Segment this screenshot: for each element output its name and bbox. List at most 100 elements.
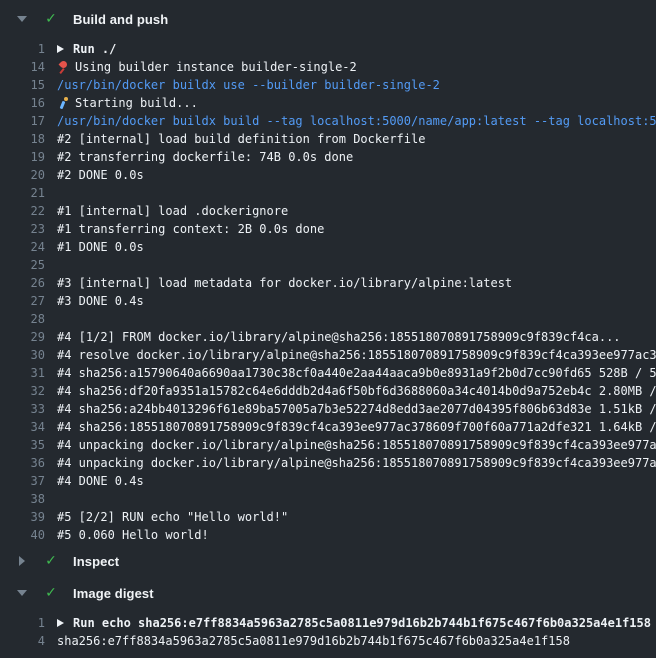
log-line: 22 #1 [internal] load .dockerignore <box>0 202 656 220</box>
line-number[interactable]: 34 <box>0 418 45 436</box>
log-line: 28 <box>0 310 656 328</box>
line-number[interactable]: 23 <box>0 220 45 238</box>
log-text: #4 sha256:df20fa9351a15782c64e6dddb2d4a6… <box>57 382 656 400</box>
log-text: #4 sha256:a15790640a6690aa1730c38cf0a440… <box>57 364 656 382</box>
check-icon: ✓ <box>45 586 57 600</box>
log-line: 14 Using builder instance builder-single-… <box>0 58 656 76</box>
line-number[interactable]: 31 <box>0 364 45 382</box>
line-number[interactable]: 19 <box>0 148 45 166</box>
line-number[interactable]: 18 <box>0 130 45 148</box>
line-number[interactable]: 37 <box>0 472 45 490</box>
check-icon: ✓ <box>45 554 57 568</box>
log-text: Run echo sha256:e7ff8834a5963a2785c5a081… <box>57 614 651 632</box>
log-text: #1 DONE 0.0s <box>57 238 144 256</box>
line-number[interactable]: 38 <box>0 490 45 508</box>
log-text: Using builder instance builder-single-2 <box>57 58 357 76</box>
section-title: Build and push <box>73 12 168 27</box>
chevron-right-icon <box>19 556 25 566</box>
log-lines-build-and-push: 1 Run ./ 14 Using builder instance builder-… <box>0 40 656 544</box>
line-number[interactable]: 32 <box>0 382 45 400</box>
line-number[interactable]: 16 <box>0 94 45 112</box>
section-title: Image digest <box>73 586 154 601</box>
section-header-build-and-push[interactable]: ✓ Build and push <box>0 8 656 30</box>
log-text: #4 [1/2] FROM docker.io/library/alpine@s… <box>57 328 621 346</box>
line-number[interactable]: 27 <box>0 292 45 310</box>
log-line: 32 #4 sha256:df20fa9351a15782c64e6dddb2d4… <box>0 382 656 400</box>
line-number[interactable]: 4 <box>0 632 45 650</box>
section-header-image-digest[interactable]: ✓ Image digest <box>0 582 656 604</box>
log-line: 24 #1 DONE 0.0s <box>0 238 656 256</box>
line-number[interactable]: 26 <box>0 274 45 292</box>
log-line: 39#5 [2/2] RUN echo "Hello world!" <box>0 508 656 526</box>
log-text: #4 sha256:185518070891758909c9f839cf4ca3… <box>57 418 656 436</box>
line-number[interactable]: 29 <box>0 328 45 346</box>
log-line: 34 #4 sha256:185518070891758909c9f839cf4c… <box>0 418 656 436</box>
section-title: Inspect <box>73 554 119 569</box>
log-line: 1 Run ./ <box>0 40 656 58</box>
log-text: #4 DONE 0.4s <box>57 472 144 490</box>
section-build-and-push: ✓ Build and push 1 Run ./ 14 Using builder … <box>0 8 656 544</box>
section-header-inspect[interactable]: ✓ Inspect <box>0 550 656 572</box>
line-number[interactable]: 33 <box>0 400 45 418</box>
log-text: #1 [internal] load .dockerignore <box>57 202 288 220</box>
line-number[interactable]: 35 <box>0 436 45 454</box>
log-text: #5 0.060 Hello world! <box>57 526 209 544</box>
log-line: 25 <box>0 256 656 274</box>
log-line: 40 #5 0.060 Hello world! <box>0 526 656 544</box>
run-arrow-icon[interactable] <box>57 45 64 53</box>
chevron-down-icon <box>17 590 27 596</box>
log-line: 16 Starting build... <box>0 94 656 112</box>
line-number[interactable]: 20 <box>0 166 45 184</box>
section-inspect: ✓ Inspect <box>0 550 656 572</box>
line-number[interactable]: 1 <box>0 614 45 632</box>
log-line: 37 #4 DONE 0.4s <box>0 472 656 490</box>
log-line: 18 #2 [internal] load build definition fr… <box>0 130 656 148</box>
log-line: 19#2 transferring dockerfile: 74B 0.0s d… <box>0 148 656 166</box>
log-text: sha256:e7ff8834a5963a2785c5a0811e979d16b… <box>57 632 570 650</box>
line-number[interactable]: 15 <box>0 76 45 94</box>
runner-icon <box>57 97 70 110</box>
log-text: #4 unpacking docker.io/library/alpine@sh… <box>57 436 656 454</box>
log-line: 23 #1 transferring context: 2B 0.0s done <box>0 220 656 238</box>
line-number[interactable]: 17 <box>0 112 45 130</box>
log-line: 4 sha256:e7ff8834a5963a2785c5a0811e979d16… <box>0 632 656 650</box>
line-number[interactable]: 39 <box>0 508 45 526</box>
run-arrow-icon[interactable] <box>57 619 64 627</box>
line-number[interactable]: 1 <box>0 40 45 58</box>
section-image-digest: ✓ Image digest 1 Run echo sha256:e7ff8834… <box>0 582 656 650</box>
log-line: 1 Run echo sha256:e7ff8834a5963a2785c5a08… <box>0 614 656 632</box>
chevron-down-icon <box>17 16 27 22</box>
check-icon: ✓ <box>45 12 57 26</box>
log-text: #2 DONE 0.0s <box>57 166 144 184</box>
log-text: #3 [internal] load metadata for docker.i… <box>57 274 512 292</box>
log-text: Starting build... <box>57 94 198 112</box>
log-text: #2 [internal] load build definition from… <box>57 130 425 148</box>
log-text: #4 sha256:a24bb4013296f61e89ba57005a7b3e… <box>57 400 656 418</box>
line-number[interactable]: 30 <box>0 346 45 364</box>
log-line: 33 #4 sha256:a24bb4013296f61e89ba57005a7b… <box>0 400 656 418</box>
line-number[interactable]: 25 <box>0 256 45 274</box>
log-line: 17/usr/bin/docker buildx build --tag loc… <box>0 112 656 130</box>
line-number[interactable]: 36 <box>0 454 45 472</box>
log-line: 31 #4 sha256:a15790640a6690aa1730c38cf0a4… <box>0 364 656 382</box>
log-line: 15/usr/bin/docker buildx use --builder b… <box>0 76 656 94</box>
line-number[interactable]: 24 <box>0 238 45 256</box>
log-text: /usr/bin/docker buildx build --tag local… <box>57 112 656 130</box>
log-text: #3 DONE 0.4s <box>57 292 144 310</box>
log-text: Run ./ <box>57 40 116 58</box>
actions-log-viewer: ✓ Build and push 1Run ./14Using builder … <box>0 0 656 658</box>
line-number[interactable]: 40 <box>0 526 45 544</box>
log-line: 21 <box>0 184 656 202</box>
log-text: /usr/bin/docker buildx use --builder bui… <box>57 76 440 94</box>
line-number[interactable]: 22 <box>0 202 45 220</box>
line-number[interactable]: 28 <box>0 310 45 328</box>
log-text: #1 transferring context: 2B 0.0s done <box>57 220 324 238</box>
line-number[interactable]: 14 <box>0 58 45 76</box>
log-text: #4 resolve docker.io/library/alpine@sha2… <box>57 346 656 364</box>
pushpin-icon <box>57 61 70 74</box>
log-line: 26 #3 [internal] load metadata for docker… <box>0 274 656 292</box>
line-number[interactable]: 21 <box>0 184 45 202</box>
log-lines-image-digest: 1 Run echo sha256:e7ff8834a5963a2785c5a08… <box>0 614 656 650</box>
log-line: 38 <box>0 490 656 508</box>
log-line: 29 #4 [1/2] FROM docker.io/library/alpine… <box>0 328 656 346</box>
